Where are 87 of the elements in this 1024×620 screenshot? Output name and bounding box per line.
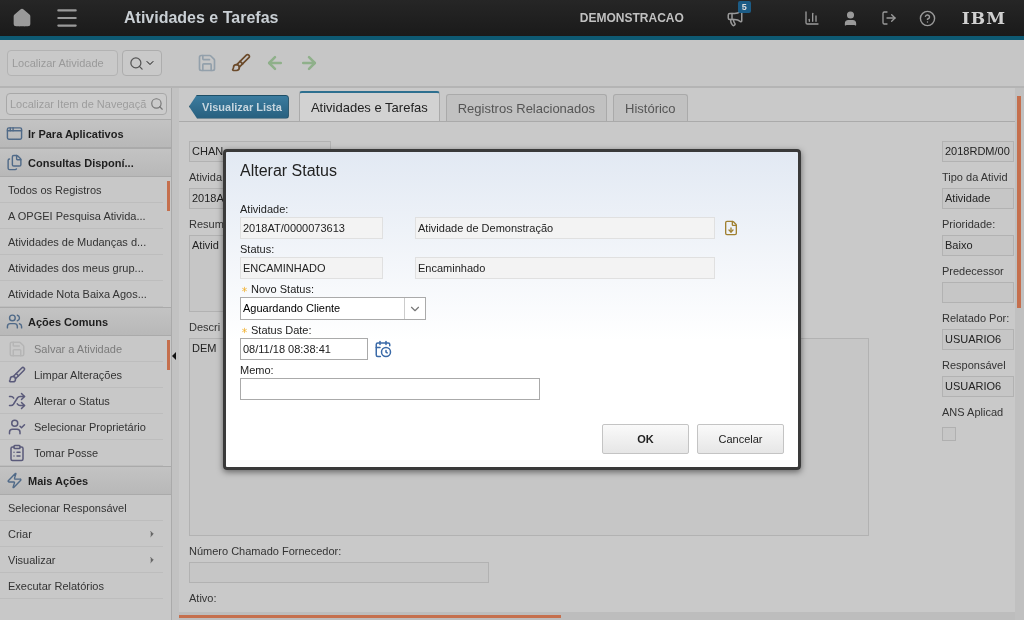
calendar-icon[interactable]: [374, 340, 392, 358]
input-field[interactable]: 2018RDM/00: [942, 141, 1014, 162]
date-field[interactable]: 08/11/18 08:38:41: [240, 338, 368, 360]
field-label: Prioridade:: [942, 218, 996, 230]
field-label: Predecessor: [942, 265, 1004, 277]
action-icon: [8, 443, 26, 462]
home-icon[interactable]: [12, 8, 32, 28]
required-icon: [240, 284, 249, 294]
collapse-arrow-icon[interactable]: [172, 352, 176, 360]
detail-icon[interactable]: [723, 220, 739, 236]
scrollbar-thumb[interactable]: [167, 181, 170, 211]
section-icon: [6, 313, 23, 330]
section-icon: [6, 125, 23, 142]
action-icon: [8, 365, 26, 384]
app-title: Atividades e Tarefas: [124, 9, 279, 27]
readonly-field: Atividade de Demonstração: [415, 217, 715, 239]
menu-item[interactable]: Selecionar Responsável: [0, 495, 163, 521]
field-label: Número Chamado Fornecedor:: [189, 545, 342, 557]
logout-icon[interactable]: [880, 10, 897, 26]
menu-item[interactable]: Todos os Registros: [0, 177, 163, 203]
input-field[interactable]: USUARIO6: [942, 376, 1014, 397]
ok-button[interactable]: OK: [602, 424, 689, 454]
field-label: Novo Status:: [240, 283, 314, 295]
megaphone-icon[interactable]: [725, 9, 744, 27]
submenu-arrow-icon: [147, 554, 157, 565]
tab[interactable]: Histórico: [613, 94, 688, 121]
section-header[interactable]: Ações Comuns: [0, 307, 171, 336]
field-label: Responsável: [942, 359, 1006, 371]
scrollbar-thumb[interactable]: [167, 340, 170, 370]
environment-name: DEMONSTRACAO: [579, 11, 684, 25]
input-field[interactable]: USUARIO6: [942, 329, 1014, 350]
section-icon: [6, 154, 23, 171]
submenu-arrow-icon: [147, 528, 157, 539]
field-label: Relatado Por:: [942, 312, 1010, 324]
field-label: Status Date:: [240, 324, 312, 336]
menu-item[interactable]: Atividades de Mudanças d...: [0, 229, 163, 255]
field-label: Atividade:: [240, 203, 289, 215]
action-icon: [8, 417, 26, 436]
field-label: Ativo:: [189, 592, 217, 604]
help-icon[interactable]: [918, 9, 936, 27]
menu-item[interactable]: Executar Relatórios: [0, 573, 163, 599]
section-title: Mais Ações: [28, 474, 89, 487]
section-title: Consultas Disponí...: [28, 156, 134, 169]
menu-item[interactable]: Atividades dos meus grup...: [0, 255, 163, 281]
input-field[interactable]: Atividade: [942, 188, 1014, 209]
chart-icon[interactable]: [803, 10, 820, 26]
search-icon[interactable]: [150, 97, 164, 111]
section-title: Ir Para Aplicativos: [28, 127, 124, 140]
cancel-button[interactable]: Cancelar: [697, 424, 784, 454]
logo: IBM: [961, 8, 1006, 28]
section-header[interactable]: Consultas Disponí...: [0, 148, 171, 177]
readonly-field: Encaminhado: [415, 257, 715, 279]
menu-item[interactable]: Visualizar: [0, 547, 163, 573]
tab[interactable]: Atividades e Tarefas: [298, 91, 440, 121]
menu-item[interactable]: Selecionar Proprietário: [0, 414, 163, 440]
field-label: Memo:: [240, 364, 274, 376]
section-header[interactable]: Ir Para Aplicativos: [0, 119, 171, 148]
section-title: Ações Comuns: [28, 315, 109, 328]
readonly-field: 2018AT/0000073613: [240, 217, 383, 239]
required-icon: [240, 325, 249, 335]
field-label: Status:: [240, 243, 275, 255]
field-label: Ativida: [189, 171, 223, 183]
scrollbar-thumb[interactable]: [1017, 96, 1021, 308]
field-label: Descri: [189, 321, 221, 333]
field-label: Tipo da Ativid: [942, 171, 1008, 183]
field-label: Resum: [189, 218, 224, 230]
menu-item[interactable]: A OPGEI Pesquisa Ativida...: [0, 203, 163, 229]
menu-item[interactable]: Criar: [0, 521, 163, 547]
search-icon: [128, 55, 144, 71]
notification-badge: 5: [737, 1, 751, 13]
back-to-list-button[interactable]: Visualizar Lista: [189, 94, 289, 119]
search-button[interactable]: [122, 50, 162, 76]
section-icon: [6, 472, 23, 489]
checkbox[interactable]: [942, 427, 956, 441]
action-icon: [8, 391, 26, 410]
tab[interactable]: Registros Relacionados: [445, 94, 608, 121]
readonly-field: ENCAMINHADO: [240, 257, 383, 279]
brush-icon[interactable]: [231, 53, 251, 73]
status-select[interactable]: Aguardando Cliente: [240, 297, 426, 320]
input-field[interactable]: Baixo: [942, 235, 1014, 256]
field-label: ANS Aplicad: [942, 406, 1004, 418]
menu-item[interactable]: Limpar Alterações: [0, 362, 163, 388]
menu-item[interactable]: Alterar o Status: [0, 388, 163, 414]
section-header[interactable]: Mais Ações: [0, 466, 171, 495]
memo-field[interactable]: [240, 378, 540, 400]
scrollbar-thumb[interactable]: [179, 615, 561, 618]
dialog-title: Alterar Status: [240, 162, 338, 180]
